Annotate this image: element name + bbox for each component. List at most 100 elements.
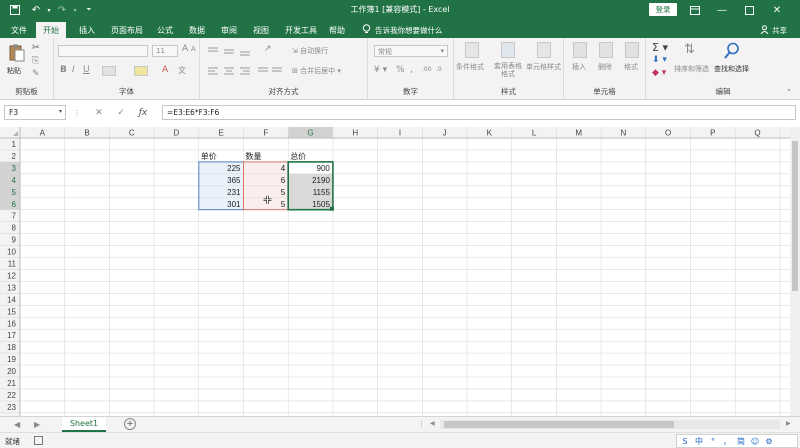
tab-home[interactable]: 开始 <box>36 22 66 38</box>
insert-cells-button[interactable]: 插入 <box>568 42 592 82</box>
column-header-e[interactable]: E <box>218 129 223 138</box>
row-header-1[interactable]: 1 <box>12 140 17 149</box>
column-header-g[interactable]: G <box>307 129 313 138</box>
orientation-icon[interactable]: ↗ <box>264 44 272 54</box>
horizontal-scroll-thumb[interactable] <box>444 421 674 428</box>
paste-button[interactable]: 粘贴 <box>6 42 28 80</box>
maximize-icon[interactable] <box>738 2 760 18</box>
fill-icon[interactable]: ⬇ ▾ <box>652 55 667 65</box>
font-name-select[interactable] <box>58 45 148 57</box>
column-header-n[interactable]: N <box>621 129 627 138</box>
prev-sheet-icon[interactable]: ◀ <box>14 420 20 429</box>
row-header-15[interactable]: 15 <box>7 307 16 316</box>
column-header-j[interactable]: J <box>443 129 447 138</box>
tab-review[interactable]: 审阅 <box>214 22 244 38</box>
chevron-down-icon[interactable]: ▾ <box>59 108 62 115</box>
cell-g2[interactable]: 总价 <box>290 151 306 161</box>
phonetic-icon[interactable]: 文 <box>178 65 186 76</box>
bold-icon[interactable]: B <box>60 65 67 75</box>
conditional-format-button[interactable]: 条件格式 <box>456 42 488 82</box>
italic-icon[interactable]: I <box>72 65 75 75</box>
autosum-icon[interactable]: Σ ▾ <box>652 41 668 54</box>
row-header-9[interactable]: 9 <box>12 236 17 245</box>
row-header-19[interactable]: 19 <box>7 355 16 364</box>
row-header-7[interactable]: 7 <box>12 212 17 221</box>
tab-developer[interactable]: 开发工具 <box>278 22 324 38</box>
increase-decimal-icon[interactable]: .00 <box>422 66 432 73</box>
close-icon[interactable]: ✕ <box>766 2 788 18</box>
cell-styles-button[interactable]: 单元格样式 <box>526 42 562 82</box>
row-header-21[interactable]: 21 <box>7 379 16 388</box>
sheet-tab-sheet1[interactable]: Sheet1 <box>62 417 106 432</box>
tab-data[interactable]: 数据 <box>182 22 212 38</box>
row-header-10[interactable]: 10 <box>7 248 16 257</box>
tab-view[interactable]: 视图 <box>246 22 276 38</box>
ime-punct[interactable]: ， <box>721 436 733 447</box>
tab-insert[interactable]: 插入 <box>72 22 102 38</box>
decrease-font-icon[interactable]: A <box>191 45 196 53</box>
format-as-table-button[interactable]: 套用表格格式 <box>492 42 524 82</box>
row-header-8[interactable]: 8 <box>12 224 17 233</box>
comma-icon[interactable]: , <box>410 65 413 75</box>
next-sheet-icon[interactable]: ▶ <box>34 420 40 429</box>
font-size-select[interactable]: 11 <box>152 45 178 57</box>
insert-function-icon[interactable]: ƒx <box>136 106 150 119</box>
login-button[interactable]: 登录 <box>649 3 677 16</box>
row-header-2[interactable]: 2 <box>12 152 17 161</box>
cell-g5[interactable]: 1155 <box>313 188 331 197</box>
column-header-k[interactable]: K <box>487 129 493 138</box>
minimize-icon[interactable]: — <box>711 2 733 18</box>
fill-handle[interactable] <box>329 206 334 211</box>
row-header-6[interactable]: 6 <box>12 200 17 209</box>
scroll-right-icon[interactable]: ▶ <box>786 420 791 427</box>
cell-e6[interactable]: 301 <box>227 200 241 209</box>
column-header-i[interactable]: I <box>399 129 401 138</box>
wrap-text-button[interactable]: ⇲ 自动换行 <box>292 46 328 56</box>
cell-f3[interactable]: 4 <box>281 164 286 173</box>
ime-settings[interactable]: ⚙ <box>763 437 775 446</box>
row-header-20[interactable]: 20 <box>7 367 16 376</box>
cell-e5[interactable]: 231 <box>227 188 241 197</box>
row-header-4[interactable]: 4 <box>12 176 17 185</box>
row-header-22[interactable]: 22 <box>7 391 16 400</box>
enter-icon[interactable]: ✓ <box>114 106 128 119</box>
cell-f5[interactable]: 5 <box>281 188 286 197</box>
formula-input[interactable]: =E3:E6*F3:F6 <box>162 105 796 120</box>
cell-g4[interactable]: 2190 <box>312 176 330 185</box>
column-header-h[interactable]: H <box>352 129 358 138</box>
column-header-b[interactable]: B <box>84 129 89 138</box>
row-header-16[interactable]: 16 <box>7 319 16 328</box>
row-header-18[interactable]: 18 <box>7 343 16 352</box>
cell-f4[interactable]: 6 <box>281 176 286 185</box>
currency-icon[interactable]: ¥ ▾ <box>374 65 387 75</box>
row-header-11[interactable]: 11 <box>8 260 17 269</box>
copy-icon[interactable]: ⎘ <box>32 56 39 66</box>
name-box[interactable]: F3 ▾ <box>4 105 66 120</box>
column-header-o[interactable]: O <box>665 129 671 138</box>
vertical-scroll-thumb[interactable] <box>792 141 798 291</box>
row-header-17[interactable]: 17 <box>7 331 16 340</box>
column-header-q[interactable]: Q <box>754 129 760 138</box>
scroll-left-icon[interactable]: ◀ <box>430 420 435 427</box>
add-sheet-icon[interactable]: + <box>124 418 136 430</box>
cell-e4[interactable]: 365 <box>227 176 241 185</box>
cell-f2[interactable]: 数量 <box>246 151 262 161</box>
row-header-23[interactable]: 23 <box>7 403 16 412</box>
column-header-l[interactable]: L <box>532 129 537 138</box>
horizontal-align-icons[interactable] <box>208 66 284 76</box>
column-header-a[interactable]: A <box>40 129 46 138</box>
cell-f6[interactable]: 5 <box>281 200 286 209</box>
font-color-icon[interactable]: A <box>162 65 168 75</box>
tab-help[interactable]: 帮助 <box>322 22 352 38</box>
find-select-button[interactable]: 查找和选择 <box>714 42 754 82</box>
increase-font-icon[interactable]: A <box>182 44 188 54</box>
ime-logo-icon[interactable]: S <box>679 437 691 446</box>
ime-punct-half[interactable]: ° <box>707 437 719 446</box>
tab-file[interactable]: 文件 <box>4 22 34 38</box>
column-header-f[interactable]: F <box>263 129 268 138</box>
column-header-d[interactable]: D <box>174 129 180 138</box>
column-header-p[interactable]: P <box>710 129 715 138</box>
cell-grid[interactable]: A B C D E F G H I J K L M N O P Q12345678910111213141516… <box>0 127 800 416</box>
format-cells-button[interactable]: 格式 <box>620 42 644 82</box>
row-header-3[interactable]: 3 <box>12 164 17 173</box>
